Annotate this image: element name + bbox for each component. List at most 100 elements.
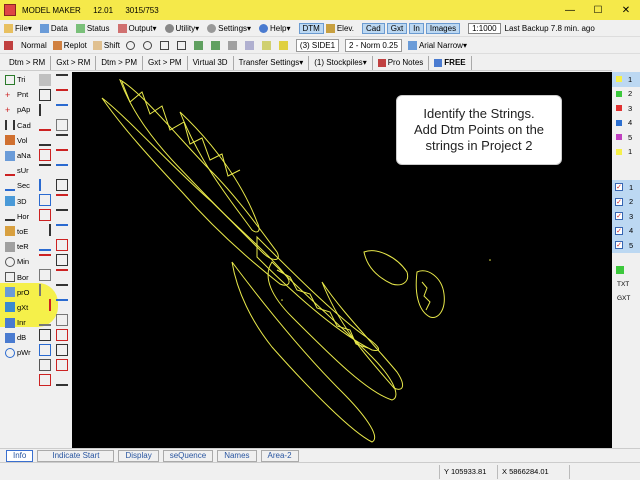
scale-select[interactable]: 1:1000 xyxy=(468,22,501,34)
layer-color-2[interactable]: 2 xyxy=(612,87,640,102)
pen-select[interactable]: 2 - Norm 0.25 xyxy=(345,38,402,52)
maximize-button[interactable]: ☐ xyxy=(584,0,612,20)
string-break-icon[interactable] xyxy=(39,134,51,146)
text-tc-icon[interactable] xyxy=(56,149,68,161)
layer-color-6[interactable]: 1 xyxy=(612,145,640,160)
text-tg-icon[interactable] xyxy=(56,194,68,206)
tab-stockpiles[interactable]: (1) Stockpiles ▾ xyxy=(309,55,373,70)
string-offset-icon[interactable] xyxy=(39,254,51,266)
chevron-down-icon[interactable] xyxy=(56,374,68,386)
grid-small-icon[interactable] xyxy=(39,89,51,101)
tool-db[interactable]: dB xyxy=(5,330,37,345)
text-te-icon[interactable] xyxy=(56,134,68,146)
tool-min[interactable]: Min xyxy=(5,254,37,269)
tool-vol[interactable]: Vol xyxy=(5,133,37,148)
string-add-icon[interactable] xyxy=(39,104,51,116)
string-trim-icon[interactable] xyxy=(39,224,51,236)
tab-gxt-rm[interactable]: Gxt > RM xyxy=(51,55,97,70)
text-e-icon[interactable] xyxy=(56,269,68,281)
check-all-button[interactable] xyxy=(612,263,640,278)
cross-section-icon[interactable] xyxy=(39,374,51,386)
tab-pro-notes[interactable]: Pro Notes xyxy=(373,55,430,70)
menu-output[interactable]: Output ▾ xyxy=(117,23,157,33)
tab-indicate-start[interactable]: Indicate Start xyxy=(37,449,115,462)
minimize-button[interactable]: — xyxy=(556,0,584,20)
text-fs-icon[interactable] xyxy=(56,239,68,251)
layer-check-4[interactable]: ✓ 4 xyxy=(612,223,640,238)
tool-pro[interactable]: prO xyxy=(5,285,37,300)
gxt-layer-toggle[interactable]: GXT xyxy=(612,292,640,307)
measure-button[interactable] xyxy=(227,40,239,50)
menu-file[interactable]: File ▾ xyxy=(4,23,32,33)
zoom-window-button[interactable] xyxy=(159,40,171,50)
tool-3d[interactable]: 3D xyxy=(5,194,37,209)
tool-pwr[interactable]: pWr xyxy=(5,345,37,360)
layer-check-3[interactable]: ✓ 3 xyxy=(612,209,640,224)
string-label-icon[interactable] xyxy=(39,329,51,341)
text-ts-icon[interactable] xyxy=(56,224,68,236)
dtm-toggle[interactable]: DTM xyxy=(298,22,324,34)
elev-toggle[interactable]: Elev. xyxy=(325,23,354,33)
layer-check-5[interactable]: ✓ 5 xyxy=(612,238,640,253)
tab-transfer-settings[interactable]: Transfer Settings ▾ xyxy=(234,55,310,70)
images-toggle[interactable]: Images xyxy=(425,22,461,34)
redo-button[interactable] xyxy=(210,40,222,50)
pencil-tool[interactable] xyxy=(4,40,15,50)
font-select[interactable]: Arial Narrow ▾ xyxy=(407,40,467,50)
tab-display[interactable]: Display xyxy=(118,449,159,462)
text-ec-icon[interactable] xyxy=(56,299,68,311)
tool-tri[interactable]: Tri xyxy=(5,72,37,87)
text-tb-icon[interactable] xyxy=(56,104,68,116)
menu-settings[interactable]: Settings ▾ xyxy=(207,23,251,33)
tab-area[interactable]: Area-2 xyxy=(260,449,299,462)
tool-toe[interactable]: toE xyxy=(5,224,37,239)
tab-gxt-pm[interactable]: Gxt > PM xyxy=(143,55,188,70)
string-reverse-icon[interactable] xyxy=(39,149,51,161)
tab-free[interactable]: FREE xyxy=(429,55,472,70)
zoom-out-button[interactable] xyxy=(142,40,154,50)
menu-data[interactable]: Data xyxy=(39,23,68,33)
string-edit-icon[interactable] xyxy=(39,164,51,176)
tool-pap[interactable]: + pAp xyxy=(5,102,37,117)
layer-color-4[interactable]: 4 xyxy=(612,116,640,131)
layer-check-2[interactable]: ✓ 2 xyxy=(612,194,640,209)
tool-inr[interactable]: Inr xyxy=(5,315,37,330)
tab-dtm-pm[interactable]: Dtm > PM xyxy=(96,55,144,70)
chevron-up-icon[interactable] xyxy=(56,74,68,86)
layer-check-1[interactable]: ✓ 1 xyxy=(612,180,640,195)
tool-ter[interactable]: teR xyxy=(5,239,37,254)
string-extend-icon[interactable] xyxy=(39,239,51,251)
tab-virtual-3d[interactable]: Virtual 3D xyxy=(188,55,234,70)
string-smooth-icon[interactable] xyxy=(39,314,51,326)
layer-color-5[interactable]: 5 xyxy=(612,130,640,145)
string-split-icon[interactable] xyxy=(39,284,51,296)
text-el-icon[interactable] xyxy=(56,284,68,296)
string-delete-icon[interactable] xyxy=(39,209,51,221)
tool-sur[interactable]: sUr xyxy=(5,163,37,178)
undo-button[interactable] xyxy=(193,40,205,50)
zoom-in-button[interactable] xyxy=(125,40,137,50)
hilo-icon[interactable] xyxy=(56,119,68,131)
text-fx-icon[interactable] xyxy=(56,254,68,266)
string-info-icon[interactable] xyxy=(39,344,51,356)
tab-sequence[interactable]: seQuence xyxy=(162,449,214,462)
layer-color-1[interactable]: 1 xyxy=(612,72,640,87)
tab-names[interactable]: Names xyxy=(217,449,257,462)
delete-icon[interactable] xyxy=(56,359,68,371)
tab-info[interactable]: Info xyxy=(6,449,34,462)
text-edit-icon[interactable] xyxy=(56,314,68,326)
in-toggle[interactable]: In xyxy=(409,22,424,34)
shift-button[interactable]: Shift xyxy=(92,40,120,50)
txt-toggle[interactable]: TXT xyxy=(612,277,640,292)
gxt-toggle[interactable]: Gxt xyxy=(386,22,408,34)
zoom-extents-button[interactable] xyxy=(176,40,188,50)
tool-pnt[interactable]: + Pnt xyxy=(5,87,37,102)
string-merge-icon[interactable] xyxy=(39,299,51,311)
pan-icon[interactable] xyxy=(39,74,51,86)
tool-bor[interactable]: Bor xyxy=(5,269,37,284)
string-join-icon[interactable] xyxy=(39,119,51,131)
text-tt-icon[interactable] xyxy=(56,209,68,221)
layer-visibility-button[interactable] xyxy=(261,40,273,50)
text-tcon-icon[interactable] xyxy=(56,179,68,191)
menu-status[interactable]: Status xyxy=(75,23,110,33)
